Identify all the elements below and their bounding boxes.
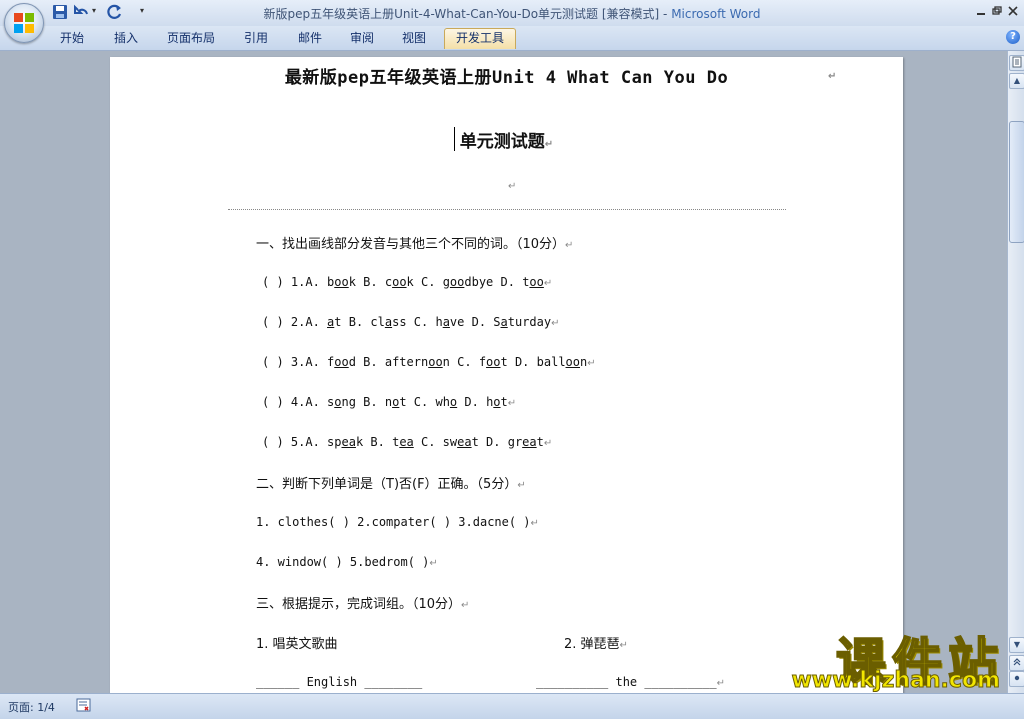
tab-insert[interactable]: 插入 [106, 29, 146, 49]
section-2-line-2: 4. window( ) 5.bedrom( )↵ [256, 555, 438, 569]
app-name: Microsoft Word [671, 7, 761, 21]
tab-page-layout[interactable]: 页面布局 [160, 29, 222, 49]
scroll-down-button[interactable]: ▼ [1009, 637, 1024, 653]
tab-home[interactable]: 开始 [52, 29, 92, 49]
restore-icon[interactable] [990, 4, 1004, 18]
document-name: 新版pep五年级英语上册Unit-4-What-Can-You-Do单元测试题 … [263, 7, 660, 21]
separator-line [228, 209, 786, 210]
watermark-logo: 课件站 www.kjzhan.com [774, 622, 1004, 698]
title-separator: - [659, 7, 672, 21]
section-3-item-1: 1. 唱英文歌曲 [256, 637, 338, 652]
section-3-item-2: 2. 弹琵琶↵ [564, 637, 628, 652]
question-1: ( ) 1.A. book B. cook C. goodbye D. too↵ [262, 275, 553, 289]
section-3-title: 三、根据提示，完成词组。（10分）↵ [256, 597, 470, 612]
document-subheading: 单元测试题↵ [110, 127, 903, 152]
tab-review[interactable]: 审阅 [342, 29, 382, 49]
subheading-text: 单元测试题 [459, 132, 545, 152]
document-page[interactable]: 最新版pep五年级英语上册Unit 4 What Can You Do ↵ 单元… [110, 57, 903, 693]
tab-mailings[interactable]: 邮件 [290, 29, 330, 49]
tab-view[interactable]: 视图 [394, 29, 434, 49]
scroll-up-button[interactable]: ▲ [1009, 73, 1024, 89]
watermark-url: www.kjzhan.com [791, 668, 1001, 694]
ribbon-tabs: 开始 插入 页面布局 引用 邮件 审阅 视图 开发工具 ? [0, 26, 1024, 51]
section-3-blank-1: ______ English ________ [256, 675, 423, 689]
office-logo-icon [14, 13, 34, 33]
office-button[interactable] [4, 3, 44, 43]
section-1-title: 一、找出画线部分发音与其他三个不同的词。（10分）↵ [256, 237, 574, 252]
help-icon[interactable]: ? [1006, 30, 1020, 44]
page-indicator[interactable]: 页面: 1/4 [8, 699, 55, 715]
title-bar: ▾ ▾ 新版pep五年级英语上册Unit-4-What-Can-You-Do单元… [0, 0, 1024, 43]
section-3-blank-2: __________ the __________↵ [536, 675, 726, 689]
question-5: ( ) 5.A. speak B. tea C. sweat D. great↵ [262, 435, 553, 449]
question-4: ( ) 4.A. song B. not C. who D. hot↵ [262, 395, 517, 409]
paragraph-mark: ↵ [828, 71, 837, 82]
proofing-icon[interactable] [76, 698, 91, 712]
minimize-icon[interactable] [974, 4, 988, 18]
document-workspace: 最新版pep五年级英语上册Unit 4 What Can You Do ↵ 单元… [0, 51, 1007, 693]
window-title: 新版pep五年级英语上册Unit-4-What-Can-You-Do单元测试题 … [0, 5, 1024, 22]
question-2: ( ) 2.A. at B. class C. have D. Saturday… [262, 315, 560, 329]
document-heading: 最新版pep五年级英语上册Unit 4 What Can You Do ↵ [110, 63, 903, 88]
section-2-title: 二、判断下列单词是（T)否(F）正确。（5分）↵ [256, 477, 526, 492]
section-2-line-1: 1. clothes( ) 2.compater( ) 3.dacne( )↵ [256, 515, 539, 529]
vertical-scrollbar[interactable]: ▲ ▼ [1007, 51, 1024, 693]
text-cursor [454, 127, 455, 151]
tab-references[interactable]: 引用 [236, 29, 276, 49]
previous-page-icon[interactable] [1009, 655, 1024, 671]
paragraph-mark: ↵ [508, 181, 517, 192]
select-browse-object-icon[interactable] [1009, 671, 1024, 687]
tab-developer[interactable]: 开发工具 [444, 28, 516, 49]
scroll-thumb[interactable] [1009, 121, 1024, 243]
question-3: ( ) 3.A. food B. afternoon C. foot D. ba… [262, 355, 596, 369]
paragraph-mark: ↵ [544, 139, 554, 150]
close-icon[interactable] [1006, 4, 1020, 18]
heading-text: 最新版pep五年级英语上册Unit 4 What Can You Do [284, 68, 729, 88]
ruler-toggle-icon[interactable] [1009, 55, 1024, 71]
